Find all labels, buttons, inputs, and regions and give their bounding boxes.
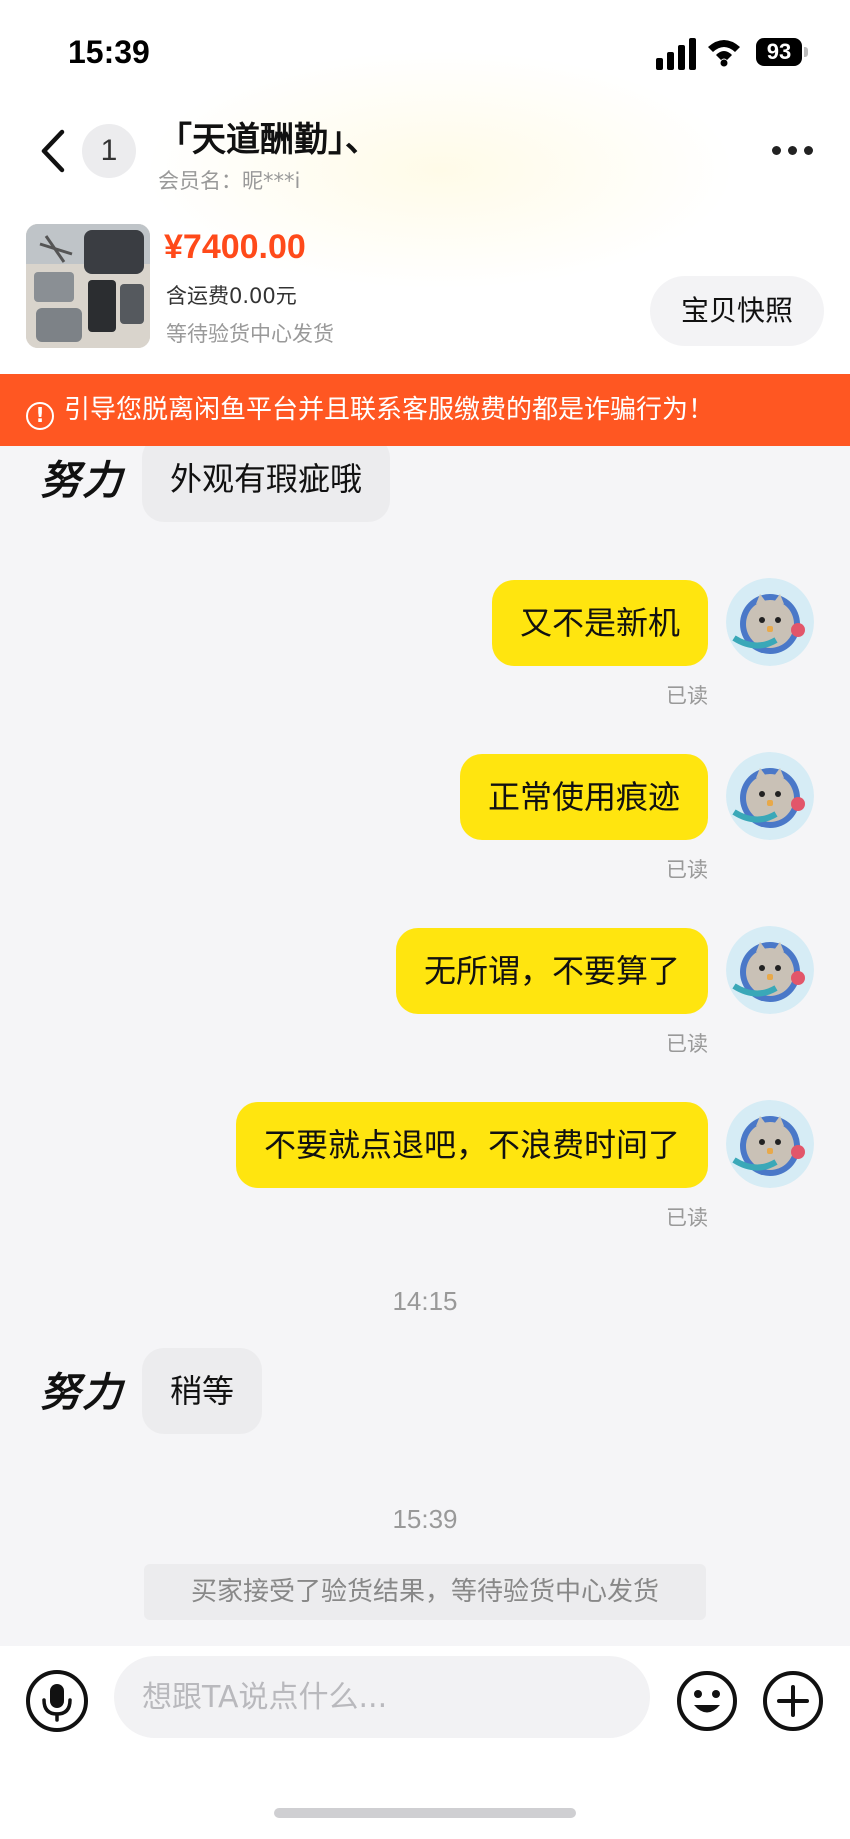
header-area: 15:39 93 1 「天道酬勤」、 会员名：昵***i ¥7400.00 含运… (0, 0, 850, 374)
message-bubble-incoming[interactable]: 外观有瑕疵哦 (142, 446, 391, 522)
shipping-fee: 含运费0.00元 (166, 284, 297, 308)
unread-count-badge[interactable]: 1 (82, 124, 136, 178)
message-bubble-outgoing[interactable]: 正常使用痕迹 (459, 754, 708, 840)
fraud-warning-banner: ! 引导您脱离闲鱼平台并且联系客服缴费的都是诈骗行为！ (0, 374, 850, 446)
my-avatar[interactable] (726, 752, 814, 840)
member-name: 会员名：昵***i (158, 169, 301, 193)
my-avatar[interactable] (726, 926, 814, 1014)
message-bubble-outgoing[interactable]: 无所谓，不要算了 (395, 928, 708, 1014)
my-avatar[interactable] (726, 1100, 814, 1188)
read-receipt: 已读 (666, 1206, 708, 1230)
more-dots-icon[interactable] (766, 132, 820, 168)
chat-messages[interactable]: 努力 外观有瑕疵哦 又不是新机 已读 正常使用痕迹 已读 无所谓，不要算了 已读… (0, 446, 850, 1646)
message-bubble-outgoing[interactable]: 不要就点退吧，不浪费时间了 (235, 1102, 708, 1188)
battery-tip (804, 47, 808, 57)
sender-avatar[interactable]: 努力 (40, 446, 130, 516)
message-input-bar (0, 1646, 850, 1839)
status-time: 15:39 (68, 34, 150, 70)
signal-icon (656, 38, 696, 70)
message-bubble-incoming[interactable]: 稍等 (142, 1348, 263, 1434)
time-divider: 14:15 (392, 1286, 458, 1316)
order-status: 等待验货中心发货 (166, 322, 334, 346)
message-bubble-outgoing[interactable]: 又不是新机 (491, 580, 708, 666)
plus-icon[interactable] (762, 1670, 824, 1732)
my-avatar[interactable] (726, 578, 814, 666)
battery-icon: 93 (756, 38, 802, 66)
warning-circle-icon: ! (26, 402, 54, 430)
wifi-icon (708, 40, 740, 67)
message-input[interactable] (114, 1656, 650, 1738)
emoji-icon[interactable] (676, 1670, 738, 1732)
home-indicator (274, 1808, 576, 1818)
product-thumbnail[interactable] (26, 224, 150, 348)
status-bar: 15:39 93 (0, 0, 850, 100)
product-price: ¥7400.00 (164, 228, 306, 266)
item-snapshot-button[interactable]: 宝贝快照 (650, 276, 824, 346)
microphone-icon[interactable] (26, 1670, 88, 1732)
read-receipt: 已读 (666, 684, 708, 708)
read-receipt: 已读 (666, 858, 708, 882)
system-notice: 买家接受了验货结果，等待验货中心发货 (144, 1564, 706, 1620)
sender-avatar[interactable]: 努力 (40, 1358, 130, 1428)
read-receipt: 已读 (666, 1032, 708, 1056)
back-arrow-icon[interactable] (34, 124, 74, 178)
time-divider: 15:39 (392, 1504, 458, 1534)
chat-title[interactable]: 「天道酬勤」、 (158, 112, 379, 161)
warning-text: 引导您脱离闲鱼平台并且联系客服缴费的都是诈骗行为！ (64, 395, 715, 425)
